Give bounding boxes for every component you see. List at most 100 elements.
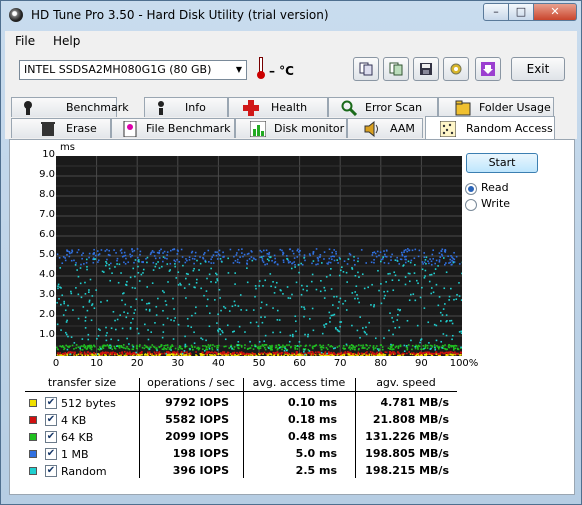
copy-screen-button[interactable]: [383, 57, 409, 81]
y-tick-label: 8.0: [39, 189, 55, 200]
scatter-point: [432, 258, 434, 260]
scatter-point: [319, 290, 322, 293]
series-checkbox[interactable]: ✔: [45, 397, 57, 409]
scatter-point: [391, 345, 393, 347]
tab-benchmark[interactable]: Benchmark: [11, 97, 129, 117]
scatter-point: [376, 250, 379, 253]
tab-erase[interactable]: Erase: [11, 118, 111, 138]
scatter-point: [200, 337, 202, 339]
scatter-point: [97, 259, 100, 262]
scatter-point: [177, 284, 180, 286]
scatter-point: [320, 348, 323, 351]
scatter-point: [312, 352, 314, 355]
scatter-point: [249, 321, 252, 324]
scatter-point: [329, 345, 331, 348]
scatter-point: [123, 255, 125, 257]
scatter-point: [162, 252, 164, 254]
maximize-button[interactable]: □: [508, 3, 534, 21]
scatter-point: [385, 281, 387, 283]
scatter-point: [280, 354, 283, 356]
scatter-point: [312, 251, 315, 253]
scatter-point: [402, 352, 404, 355]
scatter-point: [175, 277, 178, 279]
minimize-button[interactable]: –: [483, 3, 509, 21]
series-checkbox[interactable]: ✔: [45, 465, 57, 477]
tab-file-benchmark[interactable]: File Benchmark: [111, 118, 235, 138]
options-button[interactable]: [443, 57, 469, 81]
start-button[interactable]: Start: [466, 153, 538, 173]
scatter-point: [169, 352, 171, 354]
scatter-point: [56, 323, 59, 326]
thermometer-icon: [257, 57, 265, 79]
scatter-point: [333, 259, 336, 262]
write-radio[interactable]: [465, 199, 477, 211]
series-checkbox[interactable]: ✔: [45, 431, 57, 443]
copy-info-button[interactable]: [353, 57, 379, 81]
save-button[interactable]: [413, 57, 439, 81]
scatter-point: [241, 252, 243, 254]
menu-file[interactable]: File: [15, 34, 35, 48]
scatter-point: [212, 354, 214, 356]
tab-folder-usage[interactable]: Folder Usage: [438, 97, 554, 117]
scatter-point: [437, 265, 439, 267]
scatter-point: [238, 325, 241, 328]
tab-health[interactable]: Health: [228, 97, 328, 117]
scatter-point: [57, 285, 59, 288]
scatter-point: [127, 261, 130, 264]
scatter-point: [380, 283, 382, 285]
scatter-point: [120, 345, 123, 347]
scatter-point: [312, 329, 315, 332]
download-button[interactable]: [475, 57, 501, 81]
scatter-point: [400, 251, 403, 254]
scatter-point: [93, 352, 96, 355]
scatter-point: [185, 297, 187, 299]
scatter-point: [426, 344, 429, 347]
scatter-point: [296, 348, 299, 350]
scatter-point: [237, 347, 239, 349]
scatter-point: [319, 256, 321, 258]
scatter-point: [131, 248, 133, 251]
scatter-point: [335, 250, 337, 253]
scatter-point: [435, 351, 437, 353]
scatter-point: [424, 259, 427, 261]
scatter-point: [224, 352, 227, 355]
scatter-point: [291, 293, 293, 296]
tab-info[interactable]: Info: [144, 97, 228, 117]
series-checkbox[interactable]: ✔: [45, 448, 57, 460]
scatter-point: [142, 268, 145, 271]
menu-help[interactable]: Help: [53, 34, 80, 48]
scatter-point: [93, 248, 95, 251]
scatter-point: [400, 258, 403, 261]
scatter-point: [315, 263, 317, 266]
series-checkbox[interactable]: ✔: [45, 414, 57, 426]
scatter-point: [162, 309, 164, 312]
scatter-point: [155, 347, 158, 349]
drive-select[interactable]: INTEL SSDSA2MH080G1G (80 GB) ▼: [19, 60, 247, 80]
read-radio[interactable]: [465, 183, 477, 195]
scatter-point: [230, 346, 232, 348]
tab-disk-monitor[interactable]: Disk monitor: [235, 118, 347, 138]
scatter-point: [174, 347, 177, 350]
tab-error-scan[interactable]: Error Scan: [328, 97, 438, 117]
scatter-point: [215, 254, 218, 257]
scatter-point: [319, 344, 321, 346]
scatter-point: [192, 269, 195, 272]
scatter-point: [106, 344, 109, 346]
scatter-point: [79, 351, 82, 353]
scatter-point: [435, 259, 438, 262]
exit-button[interactable]: Exit: [511, 57, 565, 81]
speed-value: 21.808 MB/s: [372, 413, 449, 426]
scatter-point: [152, 261, 155, 264]
scatter-point: [323, 286, 326, 289]
tab-random-access[interactable]: Random Access: [425, 116, 555, 140]
close-button[interactable]: ✕: [533, 3, 577, 21]
tab-aam[interactable]: AAM: [347, 118, 423, 138]
scatter-point: [390, 343, 392, 346]
scatter-point: [240, 351, 243, 353]
scatter-point: [212, 352, 215, 354]
scatter-point: [88, 299, 91, 302]
scatter-point: [116, 318, 119, 321]
scatter-point: [124, 263, 127, 265]
series-color-swatch: [29, 399, 37, 407]
scatter-point: [135, 353, 138, 355]
